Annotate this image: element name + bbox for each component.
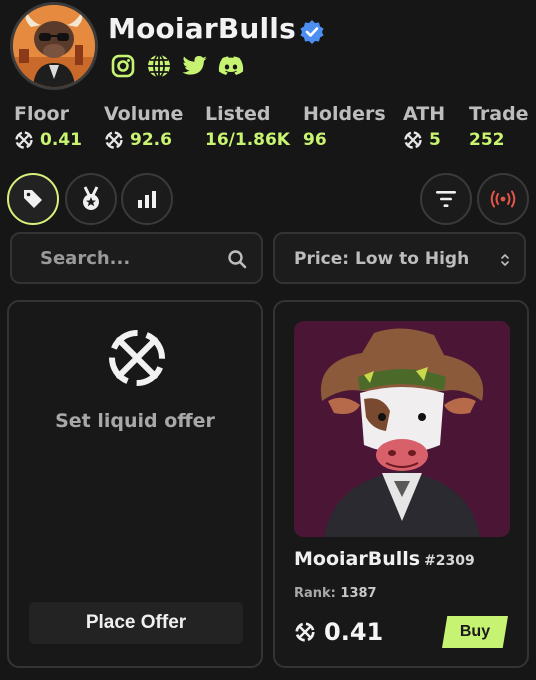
stat-value: 5 <box>429 130 441 150</box>
collection-avatar[interactable] <box>10 2 98 90</box>
search-input[interactable]: Search... <box>10 232 263 284</box>
stat-value: 96 <box>303 130 327 150</box>
bull-avatar-image <box>13 5 95 87</box>
nft-name: MooiarBulls #2309 <box>294 548 475 570</box>
twitter-icon[interactable] <box>182 53 208 79</box>
stat-value: 0.41 <box>40 130 82 150</box>
nft-rank: Rank: 1387 <box>294 586 377 601</box>
nft-card[interactable]: MooiarBulls #2309 Rank: 1387 0.41 Buy <box>273 300 529 668</box>
filter-icon <box>436 191 456 207</box>
bar-chart-icon <box>138 191 156 208</box>
nft-image[interactable] <box>294 321 510 537</box>
place-offer-button[interactable]: Place Offer <box>29 602 243 644</box>
stat-label: Volume <box>104 103 184 125</box>
medal-icon <box>83 186 99 210</box>
egld-logo-icon <box>109 330 165 386</box>
stat-value: 16/1.86K <box>205 130 290 150</box>
stat-trade: Trade 252 <box>469 103 529 150</box>
liquid-offer-card: Set liquid offer Place Offer <box>7 300 263 668</box>
stat-floor: Floor 0.41 <box>14 103 82 150</box>
buy-button[interactable]: Buy <box>442 616 508 648</box>
stat-label: Listed <box>205 103 271 125</box>
stat-label: Holders <box>303 103 386 125</box>
tab-listings[interactable] <box>7 173 59 225</box>
live-broadcast-icon <box>490 190 516 208</box>
egld-icon <box>105 131 123 149</box>
sort-select[interactable]: Price: Low to High <box>273 232 526 284</box>
stat-value: 252 <box>469 130 505 150</box>
stat-label: ATH <box>403 103 446 125</box>
tab-rarity[interactable] <box>65 173 117 225</box>
egld-icon <box>295 622 315 642</box>
social-links <box>110 53 244 79</box>
stat-listed: Listed 16/1.86K <box>205 103 290 150</box>
filter-button[interactable] <box>420 173 472 225</box>
egld-icon <box>15 131 33 149</box>
liquid-offer-label: Set liquid offer <box>55 410 215 432</box>
tab-activity[interactable] <box>121 173 173 225</box>
collection-stats: Floor 0.41 Volume 92.6 Listed 16/1.86K H… <box>14 103 536 159</box>
bull-nft-image <box>294 321 510 537</box>
stat-label: Trade <box>469 103 529 125</box>
stat-label: Floor <box>14 103 69 125</box>
price-value: 0.41 <box>324 618 384 646</box>
nft-price: 0.41 <box>294 618 383 646</box>
rank-value: 1387 <box>340 586 377 601</box>
egld-icon <box>404 131 422 149</box>
collection-header: MooiarBulls <box>0 0 536 95</box>
stat-holders: Holders 96 <box>303 103 386 150</box>
collection-title: MooiarBulls <box>108 12 296 45</box>
stat-volume: Volume 92.6 <box>104 103 183 150</box>
instagram-icon[interactable] <box>110 53 136 79</box>
verified-badge-icon <box>300 20 324 44</box>
search-placeholder: Search... <box>40 248 131 269</box>
search-icon <box>228 250 247 269</box>
discord-icon[interactable] <box>218 53 244 79</box>
tag-icon <box>24 190 42 208</box>
stat-value: 92.6 <box>130 130 172 150</box>
rank-label: Rank: <box>294 586 336 601</box>
globe-icon[interactable] <box>146 53 172 79</box>
nft-collection-name: MooiarBulls <box>294 548 421 570</box>
stat-ath: ATH 5 <box>403 103 445 150</box>
chevron-up-down-icon <box>501 254 509 266</box>
nft-number: #2309 <box>424 553 475 569</box>
live-button[interactable] <box>477 173 529 225</box>
sort-selected-value: Price: Low to High <box>294 249 470 269</box>
